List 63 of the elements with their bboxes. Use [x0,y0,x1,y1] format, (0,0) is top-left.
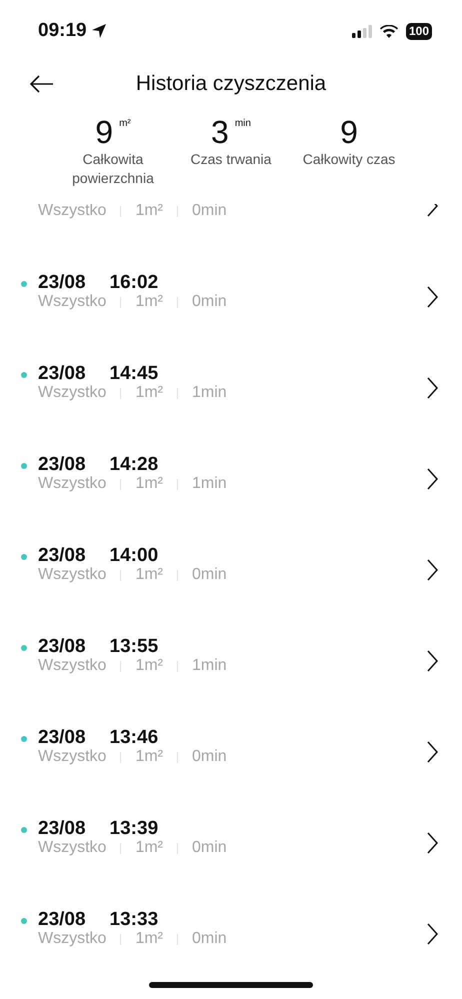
record-mode: Wszystko [38,839,106,857]
status-dot [21,827,27,833]
record-area: 1m² [135,384,164,402]
record-time: 13:33 [110,909,158,931]
record-area: 1m² [135,475,164,493]
record-mode: Wszystko [38,657,106,675]
stat-value: 9 [340,114,358,150]
status-dot [21,645,27,651]
stat-label: Całkowity czas [302,150,396,169]
record-date: 23/08 [38,545,86,567]
location-arrow-icon [90,23,107,39]
record-time: 13:39 [110,818,158,840]
page-title: Historia czyszczenia [136,71,326,98]
record-duration: 0min [192,930,227,948]
record-mode: Wszystko [38,384,106,402]
record-date: 23/08 [38,818,86,840]
stat-label: Całkowita powierzchnia [71,150,155,188]
status-dot [21,463,27,469]
record-date: 23/08 [38,727,86,749]
record-duration: 1min [192,475,227,493]
record-mode: Wszystko [38,930,106,948]
status-dot [21,281,27,287]
status-dot [21,736,27,742]
record-duration: 1min [192,384,227,402]
record-duration: 0min [192,839,227,857]
stat-unit: m² [119,117,131,131]
status-time: 09:19 [38,18,87,43]
record-duration: 0min [192,566,227,584]
signal-icon [352,24,372,38]
stat-unit: min [234,117,251,131]
status-dot [21,372,27,378]
status-dot [21,918,27,924]
stat-label: Czas trwania [190,150,272,169]
record-mode: Wszystko [38,293,106,311]
record-time: 14:45 [110,363,158,385]
record-date: 23/08 [38,272,86,294]
battery-indicator: 100 [406,22,432,40]
record-area: 1m² [135,930,164,948]
record-mode: Wszystko [38,475,106,493]
record-area: 1m² [135,839,164,857]
record-area: 1m² [135,657,164,675]
record-duration: 0min [192,748,227,766]
record-date: 23/08 [38,636,86,658]
wifi-icon [380,24,398,38]
stat-value: 3 [211,114,229,150]
record-time: 13:55 [110,636,158,658]
record-duration: 0min [192,293,227,311]
record-area: 1m² [135,204,164,220]
record-date: 23/08 [38,909,86,931]
record-duration: 1min [192,657,227,675]
record-mode: Wszystko [38,566,106,584]
record-time: 16:02 [110,272,158,294]
stat-value: 9 [95,114,114,150]
record-time: 13:46 [110,727,158,749]
record-area: 1m² [135,293,164,311]
record-area: 1m² [135,566,164,584]
record-area: 1m² [135,748,164,766]
record-mode: Wszystko [38,748,106,766]
status-dot [21,554,27,560]
record-date: 23/08 [38,363,86,385]
record-date: 23/08 [38,454,86,476]
record-time: 14:00 [110,545,158,567]
record-time: 14:28 [110,454,158,476]
